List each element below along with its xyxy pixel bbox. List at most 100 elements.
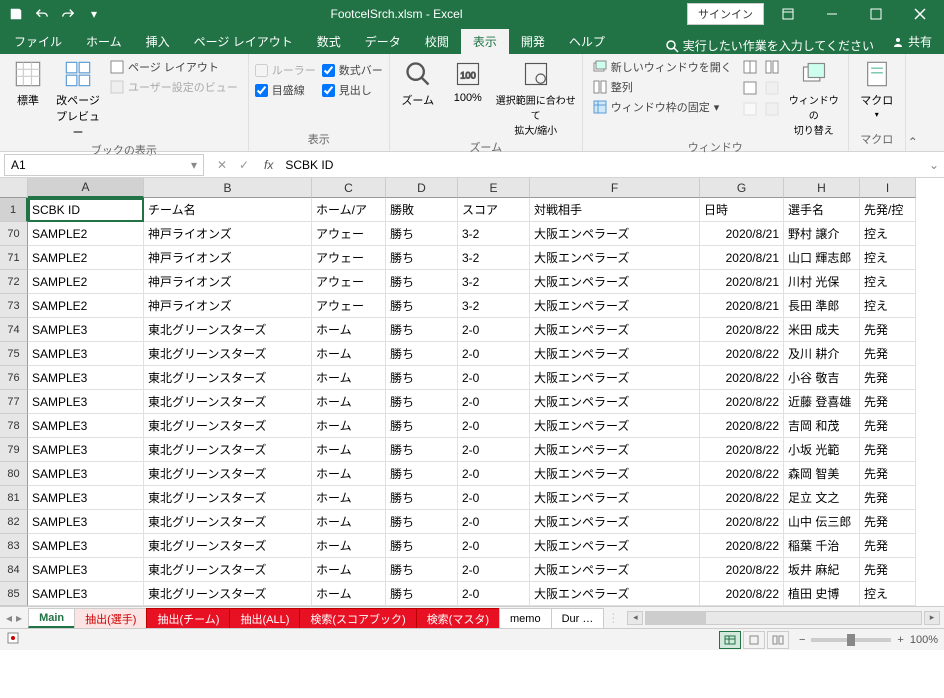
cell[interactable]: 2020/8/22 [700,486,784,510]
cell[interactable]: 2-0 [458,366,530,390]
select-all-corner[interactable] [0,178,28,198]
maximize-icon[interactable] [856,2,896,26]
cell[interactable]: 勝ち [386,342,458,366]
sheet-nav-prev-icon[interactable]: ◂ [6,611,12,625]
row-header[interactable]: 75 [0,342,28,366]
cell[interactable]: 勝ち [386,582,458,606]
sheet-tab[interactable]: 抽出(ALL) [229,608,300,628]
cell[interactable]: SAMPLE2 [28,270,144,294]
cell[interactable]: 東北グリーンスターズ [144,486,312,510]
cell[interactable]: 2020/8/21 [700,246,784,270]
redo-icon[interactable] [56,2,80,26]
cell[interactable]: 先発/控 [860,198,916,222]
cell[interactable]: 大阪エンペラーズ [530,270,700,294]
signin-button[interactable]: サインイン [687,3,764,25]
hide-icon[interactable] [742,81,758,98]
cell[interactable]: 先発 [860,486,916,510]
cell[interactable]: 勝ち [386,246,458,270]
zoom-in-button[interactable]: + [897,634,903,646]
cell[interactable]: 大阪エンペラーズ [530,486,700,510]
fx-icon[interactable]: fx [258,158,279,172]
cell[interactable]: SAMPLE3 [28,534,144,558]
cell[interactable]: 2020/8/22 [700,582,784,606]
cell[interactable]: 2-0 [458,390,530,414]
column-header[interactable]: A [28,178,144,198]
row-header[interactable]: 84 [0,558,28,582]
cell[interactable]: 勝ち [386,390,458,414]
view-page-layout-icon[interactable] [743,631,765,649]
cell[interactable]: 山口 輝志郎 [784,246,860,270]
sheet-tab[interactable]: 抽出(チーム) [146,608,230,628]
cell[interactable]: 2-0 [458,510,530,534]
cell[interactable]: 大阪エンペラーズ [530,318,700,342]
cell[interactable]: 先発 [860,390,916,414]
column-header[interactable]: F [530,178,700,198]
minimize-icon[interactable] [812,2,852,26]
cell[interactable]: 勝ち [386,438,458,462]
chevron-down-icon[interactable]: ▾ [191,158,197,172]
hscroll-left-icon[interactable]: ◂ [627,611,643,625]
column-header[interactable]: H [784,178,860,198]
ruler-checkbox[interactable]: ルーラー [255,62,316,78]
cell[interactable]: 及川 耕介 [784,342,860,366]
cell[interactable]: 先発 [860,342,916,366]
view-page-break-button[interactable]: 改ページ プレビュー [56,58,100,140]
cell[interactable]: ホーム [312,390,386,414]
freeze-panes-button[interactable]: ウィンドウ枠の固定 ▾ [589,98,736,116]
cell[interactable]: 2-0 [458,342,530,366]
cell[interactable]: 2-0 [458,462,530,486]
zoom-100-button[interactable]: 100100% [446,58,490,137]
cell[interactable]: 吉岡 和茂 [784,414,860,438]
cell[interactable]: SAMPLE2 [28,246,144,270]
cell[interactable]: ホーム [312,414,386,438]
cell[interactable]: 控え [860,222,916,246]
row-header[interactable]: 1 [0,198,28,222]
cell[interactable]: 2020/8/22 [700,534,784,558]
zoom-selection-button[interactable]: 選択範囲に合わせて 拡大/縮小 [496,58,576,137]
cell[interactable]: 神戸ライオンズ [144,294,312,318]
sheet-tab[interactable]: Dur … [551,608,605,628]
record-macro-icon[interactable] [6,631,20,648]
cell[interactable]: SAMPLE3 [28,510,144,534]
row-header[interactable]: 80 [0,462,28,486]
view-side-icon[interactable] [764,60,780,77]
unhide-icon[interactable] [742,102,758,119]
ribbon-tab-挿入[interactable]: 挿入 [134,29,182,54]
cell[interactable]: 勝ち [386,534,458,558]
cell[interactable]: 東北グリーンスターズ [144,342,312,366]
cell[interactable]: 小谷 敬吉 [784,366,860,390]
cell[interactable]: 勝ち [386,294,458,318]
cell[interactable]: 先発 [860,438,916,462]
column-header[interactable]: B [144,178,312,198]
cell[interactable]: 3-2 [458,294,530,318]
switch-windows-button[interactable]: ウィンドウの 切り替え [786,58,842,137]
cell[interactable]: 大阪エンペラーズ [530,366,700,390]
cell[interactable]: 大阪エンペラーズ [530,246,700,270]
cell[interactable]: 勝ち [386,222,458,246]
cell[interactable]: 控え [860,246,916,270]
ribbon-options-icon[interactable] [768,2,808,26]
cell[interactable]: 神戸ライオンズ [144,222,312,246]
sheet-nav-next-icon[interactable]: ▸ [16,611,22,625]
zoom-button[interactable]: ズーム [396,58,440,137]
cell[interactable]: 控え [860,270,916,294]
cell[interactable]: 足立 文之 [784,486,860,510]
cell[interactable]: 2020/8/22 [700,390,784,414]
cell[interactable]: 東北グリーンスターズ [144,366,312,390]
undo-icon[interactable] [30,2,54,26]
cell[interactable]: 3-2 [458,270,530,294]
cell[interactable]: 勝ち [386,270,458,294]
cell[interactable]: SAMPLE2 [28,294,144,318]
row-header[interactable]: 73 [0,294,28,318]
cell[interactable]: 2020/8/22 [700,558,784,582]
formula-bar-checkbox[interactable]: 数式バー [322,62,383,78]
ribbon-tab-開発[interactable]: 開発 [509,29,557,54]
cell[interactable]: スコア [458,198,530,222]
gridlines-checkbox[interactable]: 目盛線 [255,82,316,98]
collapse-ribbon-icon[interactable]: ⌃ [906,133,926,151]
close-icon[interactable] [900,2,940,26]
cell[interactable]: SAMPLE3 [28,390,144,414]
ribbon-tab-データ[interactable]: データ [353,29,413,54]
hscroll-thumb[interactable] [646,612,706,624]
expand-formula-icon[interactable]: ⌄ [924,158,944,172]
